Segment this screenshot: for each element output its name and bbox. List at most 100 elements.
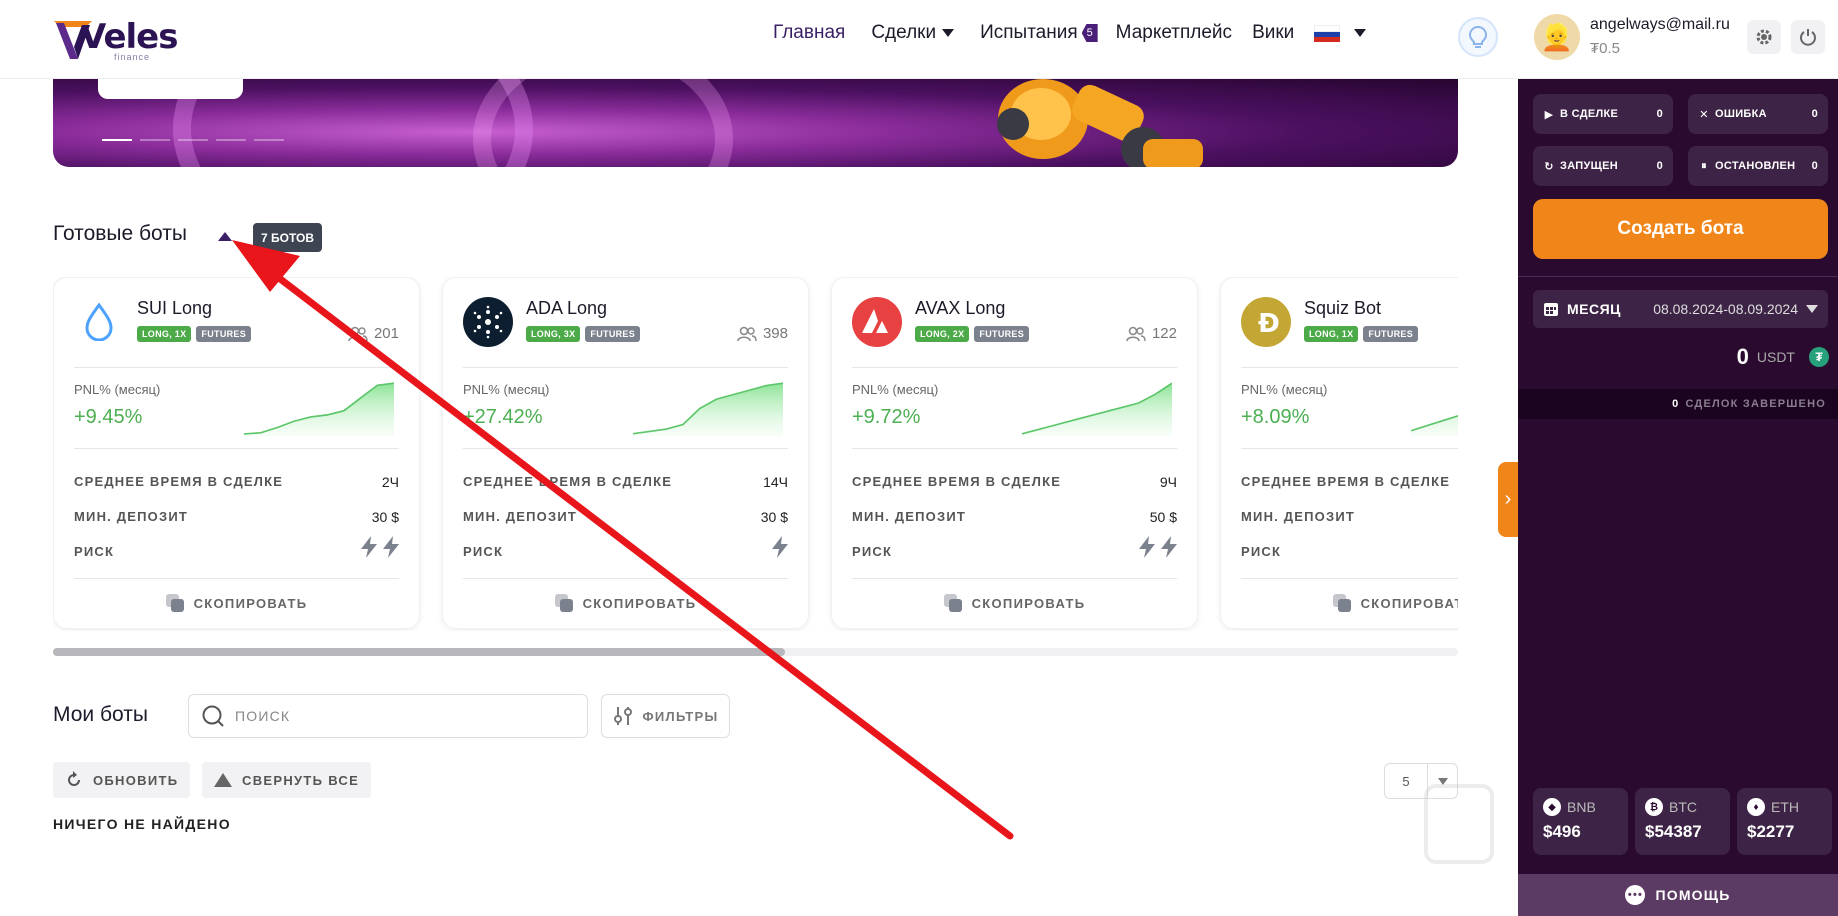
banner-dot[interactable]	[254, 139, 284, 141]
avg-time-label: СРЕДНЕЕ ВРЕМЯ В СДЕЛКЕ	[852, 474, 1062, 489]
ethereum-icon: ♦	[1747, 798, 1765, 816]
lightning-icon	[361, 536, 377, 561]
logout-button[interactable]	[1791, 20, 1825, 54]
copy-label: СКОПИРОВАТЬ	[193, 595, 308, 611]
chevron-down-icon	[1354, 29, 1367, 37]
avatar[interactable]: 👱	[1534, 14, 1580, 60]
stat-stopped[interactable]: ⏸ ОСТАНОВЛЕН 0	[1688, 146, 1828, 186]
leverage-tag: LONG, 1X	[137, 326, 192, 342]
bot-name: SUI Long	[137, 298, 213, 318]
copy-button[interactable]: СКОПИРОВАТЬ	[1221, 594, 1458, 612]
filters-button[interactable]: ФИЛЬТРЫ	[601, 694, 730, 738]
min-deposit-label: МИН. ДЕПОЗИТ	[1241, 509, 1356, 524]
nav-deals-label: Сделки	[871, 22, 937, 43]
sliders-icon	[614, 707, 633, 725]
language-select[interactable]	[1314, 24, 1367, 42]
divider	[852, 578, 1177, 579]
copy-button[interactable]: СКОПИРОВАТЬ	[54, 594, 419, 612]
banner-dot[interactable]	[178, 139, 208, 141]
collapse-all-button[interactable]: СВЕРНУТЬ ВСЕ	[202, 762, 372, 798]
min-deposit-label: МИН. ДЕПОЗИТ	[852, 509, 967, 524]
banner-button[interactable]	[98, 79, 243, 99]
lightbulb-button[interactable]	[1458, 17, 1498, 57]
copy-button[interactable]: СКОПИРОВАТЬ	[832, 594, 1197, 612]
collapse-all-label: СВЕРНУТЬ ВСЕ	[242, 772, 360, 788]
veles-logo[interactable]: Veles finance	[52, 14, 178, 64]
nav-home[interactable]: Главная	[773, 22, 845, 44]
divider	[852, 367, 1177, 368]
cardano-icon	[463, 297, 513, 347]
scrollbar-thumb[interactable]	[53, 648, 785, 656]
users-icon	[348, 326, 368, 341]
divider	[1241, 578, 1458, 579]
stat-error[interactable]: ✕ ОШИБКА 0	[1688, 94, 1828, 134]
divider	[74, 578, 399, 579]
pause-icon: ⏸	[1701, 159, 1707, 172]
banner-dot[interactable]	[216, 139, 246, 141]
divider	[74, 448, 399, 449]
ready-bots-title: Готовые боты	[53, 222, 187, 245]
deals-completed: 0 СДЕЛОК ЗАВЕРШЕНО	[1518, 389, 1838, 419]
logo-text: Veles	[80, 17, 178, 57]
search-box[interactable]	[188, 694, 588, 738]
refresh-label: ОБНОВИТЬ	[93, 772, 179, 788]
collapse-toggle-icon[interactable]	[218, 232, 232, 241]
ready-bots-carousel[interactable]: SUI Long LONG, 1X FUTURES 201 PNL% (меся…	[53, 277, 1458, 631]
nav-marketplace[interactable]: Маркетплейс	[1116, 22, 1232, 44]
period-select[interactable]: МЕСЯЦ 08.08.2024-08.09.2024	[1533, 290, 1828, 328]
power-icon	[1800, 29, 1816, 46]
stat-in-deal[interactable]: ▶ В СДЕЛКЕ 0	[1533, 94, 1673, 134]
coin-btc[interactable]: ₿ BTC $54387	[1635, 788, 1730, 855]
avalanche-icon	[852, 297, 902, 347]
coin-price: $496	[1543, 822, 1581, 841]
market-tag: FUTURES	[585, 326, 641, 342]
calendar-icon	[1544, 303, 1558, 316]
bot-card[interactable]: ADA Long LONG, 3X FUTURES 398 PNL% (меся…	[442, 277, 809, 629]
pnl-label: PNL% (месяц)	[1241, 382, 1328, 397]
pnl-sparkline	[633, 382, 783, 436]
help-label: ПОМОЩЬ	[1655, 887, 1731, 903]
copy-label: СКОПИРОВАТЬ	[1360, 595, 1458, 611]
bots-count-badge: 7 БОТОВ	[253, 223, 322, 252]
total-value: 0	[1736, 344, 1749, 369]
create-bot-button[interactable]: Создать бота	[1533, 199, 1828, 259]
risk-label: РИСК	[463, 544, 504, 559]
carousel-scrollbar[interactable]	[53, 648, 1458, 656]
period-label: МЕСЯЦ	[1567, 301, 1621, 317]
sidebar-toggle[interactable]: ›	[1498, 462, 1518, 537]
coin-symbol: ETH	[1771, 799, 1799, 815]
refresh-button[interactable]: ОБНОВИТЬ	[53, 762, 191, 798]
promo-banner[interactable]	[53, 79, 1458, 167]
risk-value	[355, 536, 399, 561]
search-input[interactable]	[235, 708, 565, 724]
avg-time-value: 2Ч	[381, 474, 399, 490]
nav-challenges[interactable]: Испытания 5	[980, 22, 1098, 44]
lightning-icon	[772, 536, 788, 561]
stat-running[interactable]: ↻ ЗАПУЩЕН 0	[1533, 146, 1673, 186]
help-button[interactable]: ••• ПОМОЩЬ	[1518, 874, 1838, 916]
veles-logo-icon	[54, 21, 92, 59]
banner-dot[interactable]	[140, 139, 170, 141]
coin-eth[interactable]: ♦ ETH $2277	[1737, 788, 1832, 855]
deals-count: 0	[1672, 398, 1680, 410]
user-balance: ₮0.5	[1590, 40, 1621, 57]
avg-time-value: 14Ч	[763, 474, 788, 490]
bot-card[interactable]: AVAX Long LONG, 2X FUTURES 122 PNL% (мес…	[831, 277, 1198, 629]
market-tag: FUTURES	[1363, 326, 1419, 342]
bot-name: ADA Long	[526, 298, 608, 318]
nav-deals[interactable]: Сделки	[871, 22, 955, 44]
risk-label: РИСК	[74, 544, 115, 559]
bot-card[interactable]: Ð Squiz Bot LONG, 1X FUTURES PNL% (месяц…	[1220, 277, 1458, 629]
coin-prices: ◆ BNB $496 ₿ BTC $54387 ♦ ETH $2277	[1533, 788, 1832, 855]
nav-wiki[interactable]: Вики	[1252, 22, 1294, 44]
chevron-down-icon	[942, 29, 955, 37]
copy-label: СКОПИРОВАТЬ	[971, 595, 1086, 611]
coin-bnb[interactable]: ◆ BNB $496	[1533, 788, 1628, 855]
bot-card[interactable]: SUI Long LONG, 1X FUTURES 201 PNL% (меся…	[53, 277, 420, 629]
banner-dot[interactable]	[102, 139, 132, 141]
copy-button[interactable]: СКОПИРОВАТЬ	[443, 594, 808, 612]
risk-label: РИСК	[852, 544, 893, 559]
nav-challenges-label: Испытания	[980, 22, 1078, 43]
settings-button[interactable]	[1747, 20, 1781, 54]
users-count: 122	[1126, 325, 1177, 342]
